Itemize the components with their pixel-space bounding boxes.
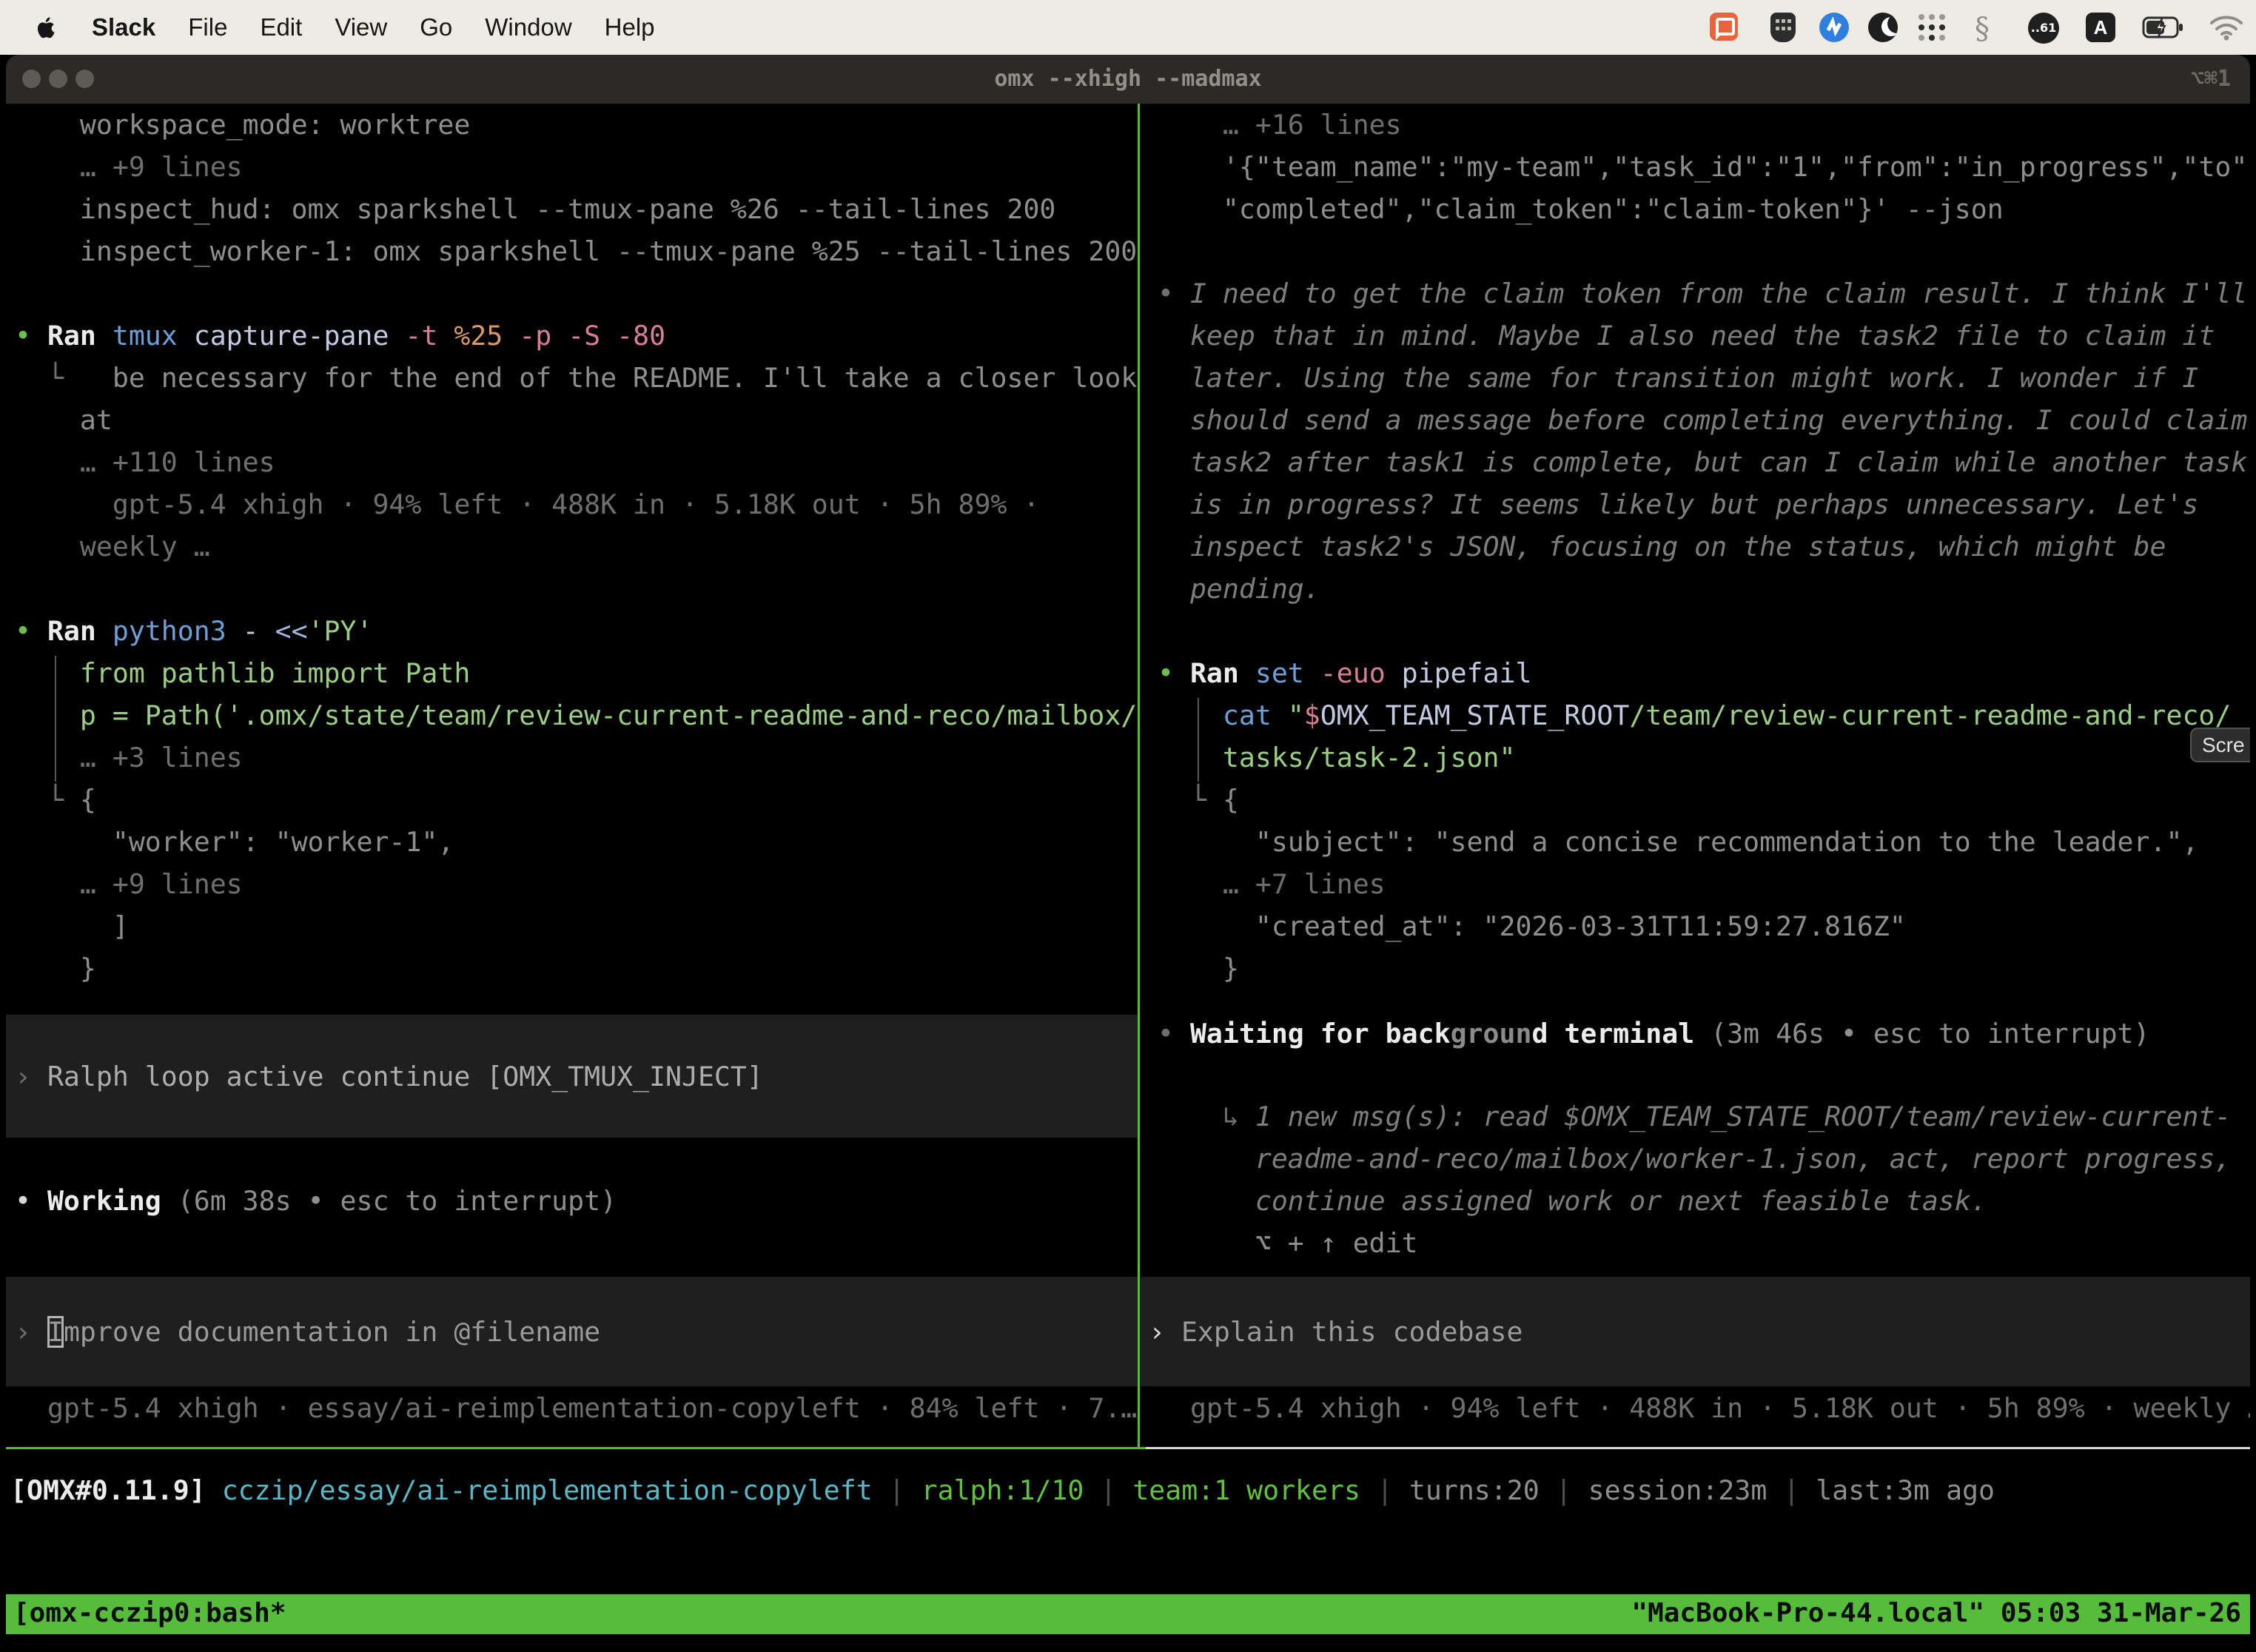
battery-charging-icon[interactable] <box>2142 13 2185 42</box>
macos-menu-bar: Slack File Edit View Go Window Help § ..… <box>0 0 2256 55</box>
ralph-loop-banner: › Ralph loop active continue [OMX_TMUX_I… <box>6 1015 1138 1138</box>
window-title: omx --xhigh --madmax <box>6 55 2250 104</box>
right-pane-border <box>1146 1447 2250 1449</box>
tmux-session-label[interactable]: [omx-cczip0:bash* <box>13 1594 286 1634</box>
menu-item-help[interactable]: Help <box>605 13 655 41</box>
screen: Slack File Edit View Go Window Help § ..… <box>0 0 2256 1652</box>
tmux-host-clock: "MacBook-Pro-44.local" 05:03 31-Mar-26 <box>1631 1594 2241 1634</box>
right-prompt-text: › Explain this codebase <box>1140 1311 1523 1353</box>
tool-call-connector-line <box>55 656 56 782</box>
right-mailbox-message: ↳ 1 new msg(s): read $OMX_TEAM_STATE_ROO… <box>1140 1095 2250 1264</box>
menu-item-edit[interactable]: Edit <box>260 13 302 41</box>
apple-menu-icon[interactable] <box>33 13 59 42</box>
wifi-icon[interactable] <box>2210 13 2243 42</box>
omx-status-bar: [OMX#0.11.9] cczip/essay/ai-reimplementa… <box>6 1469 2250 1511</box>
menu-item-window[interactable]: Window <box>485 13 571 41</box>
right-waiting-status: • Waiting for background terminal (3m 46… <box>1140 1013 2250 1055</box>
left-prompt-text: › Improve documentation in @filename <box>6 1311 600 1353</box>
shield-grid-icon[interactable] <box>1770 13 1796 42</box>
input-source-icon[interactable]: A <box>2086 13 2115 42</box>
dark-crescent-icon[interactable] <box>1868 13 1898 42</box>
slack-notification-icon[interactable] <box>1710 13 1738 41</box>
left-pane-scrollback[interactable]: workspace_mode: worktree … +9 lines insp… <box>6 104 1138 990</box>
left-working-status: • Working (6m 38s • esc to interrupt) <box>6 1180 1138 1222</box>
menu-item-go[interactable]: Go <box>420 13 452 41</box>
window-shortcut-badge: ⌥⌘1 <box>2191 55 2231 104</box>
countdown-badge-icon[interactable]: ..61 <box>2028 13 2059 44</box>
squiggle-icon[interactable]: § <box>1975 13 1997 45</box>
tmux-status-bar: [omx-cczip0:bash* "MacBook-Pro-44.local"… <box>6 1594 2250 1634</box>
right-pane-scrollback[interactable]: … +16 lines '{"team_name":"my-team","tas… <box>1140 104 2250 990</box>
menu-item-view[interactable]: View <box>335 13 387 41</box>
right-model-status: gpt-5.4 xhigh · 94% left · 488K in · 5.1… <box>1140 1387 2250 1429</box>
right-prompt-input[interactable]: › Explain this codebase <box>1140 1277 2250 1386</box>
left-prompt-input[interactable]: › Improve documentation in @filename <box>6 1277 1138 1386</box>
terminal-window: omx --xhigh --madmax ⌥⌘1 workspace_mode:… <box>6 55 2250 1652</box>
tool-call-connector-line <box>1198 698 1199 782</box>
dots-grid-icon[interactable] <box>1917 13 1947 42</box>
left-pane-border <box>6 1447 1146 1449</box>
left-model-status: gpt-5.4 xhigh · essay/ai-reimplementatio… <box>6 1387 1138 1429</box>
pane-divider[interactable] <box>1138 104 1140 1449</box>
menu-item-file[interactable]: File <box>188 13 227 41</box>
window-title-bar[interactable]: omx --xhigh --madmax ⌥⌘1 <box>6 55 2250 104</box>
menu-app-name[interactable]: Slack <box>92 13 155 41</box>
ralph-loop-banner-text: › Ralph loop active continue [OMX_TMUX_I… <box>6 1055 763 1098</box>
blue-badge-icon[interactable] <box>1819 13 1849 42</box>
screenshot-tooltip: Scre <box>2190 728 2250 762</box>
